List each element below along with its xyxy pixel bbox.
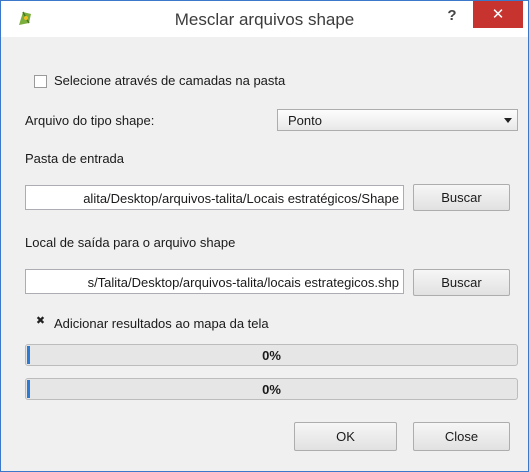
dialog-body: Selecione através de camadas na pasta Ar… (9, 37, 520, 463)
close-button[interactable]: Close (413, 422, 510, 451)
input-folder-label: Pasta de entrada (25, 151, 125, 166)
input-folder-field[interactable]: alita/Desktop/arquivos-talita/Locais est… (25, 185, 404, 210)
ok-button[interactable]: OK (294, 422, 397, 451)
shape-type-label: Arquivo do tipo shape: (25, 113, 155, 128)
shape-type-value: Ponto (288, 113, 322, 128)
select-from-layers-checkbox[interactable] (34, 75, 47, 88)
select-from-layers-label: Selecione através de camadas na pasta (54, 73, 286, 88)
input-folder-value: alita/Desktop/arquivos-talita/Locais est… (83, 191, 399, 206)
output-file-field[interactable]: s/Talita/Desktop/arquivos-talita/locais … (25, 269, 404, 294)
title-bar: Mesclar arquivos shape ? ✕ (1, 1, 528, 37)
output-label: Local de saída para o arquivo shape (25, 235, 236, 250)
window-close-button[interactable]: ✕ (473, 1, 523, 28)
progress-bar-1: 0% (25, 344, 518, 366)
add-results-checkbox[interactable]: ✖ (34, 315, 47, 330)
output-file-value: s/Talita/Desktop/arquivos-talita/locais … (87, 275, 399, 290)
merge-shapes-dialog: Mesclar arquivos shape ? ✕ Selecione atr… (0, 0, 529, 472)
shape-type-select[interactable]: Ponto (277, 109, 518, 131)
progress-text-2: 0% (262, 382, 281, 397)
checkmark-icon: ✖ (35, 315, 46, 327)
help-button[interactable]: ? (438, 3, 466, 29)
add-results-label: Adicionar resultados ao mapa da tela (54, 316, 269, 331)
browse-output-button[interactable]: Buscar (413, 269, 510, 296)
progress-text-1: 0% (262, 348, 281, 363)
chevron-down-icon (504, 118, 512, 123)
browse-input-button[interactable]: Buscar (413, 184, 510, 211)
progress-bar-2: 0% (25, 378, 518, 400)
